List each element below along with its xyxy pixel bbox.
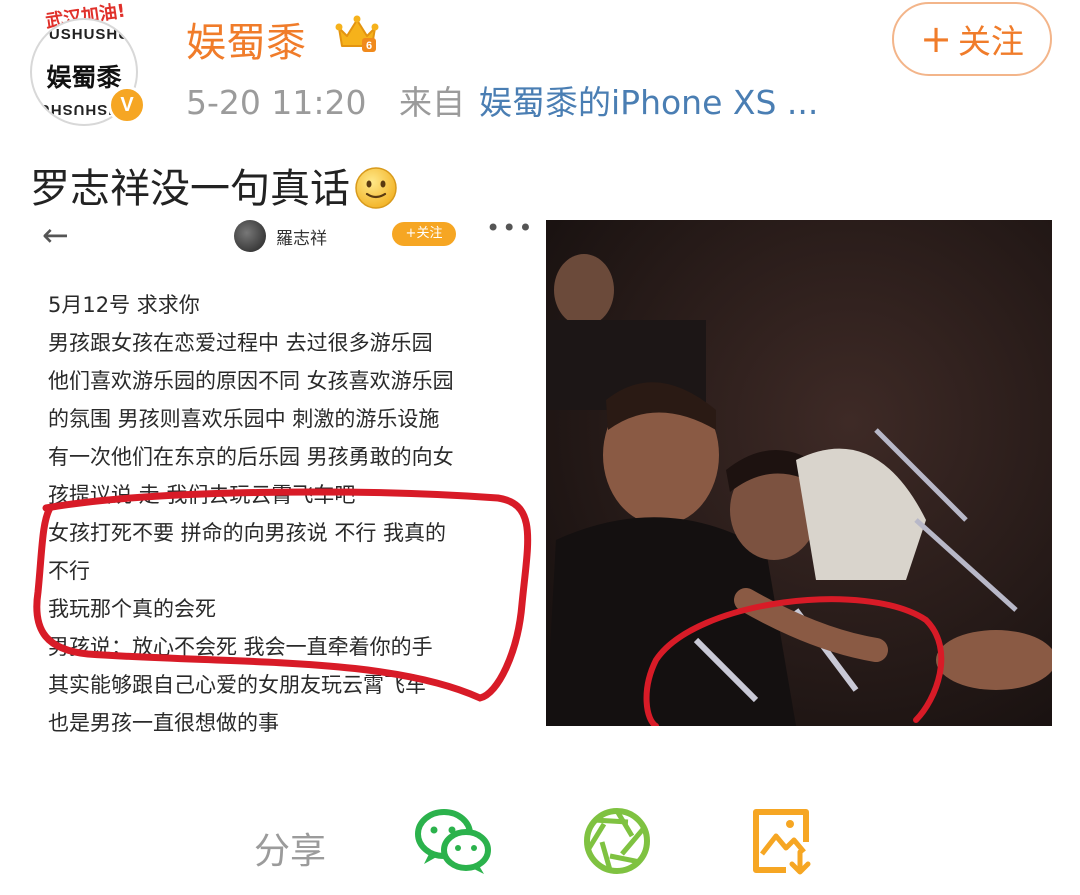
source-prefix: 来自 (399, 83, 465, 122)
crown-icon[interactable]: 6 (334, 14, 380, 54)
embedded-text-line: 其实能够跟自己心爱的女朋友玩云霄飞车 (48, 673, 426, 697)
post-text: 罗志祥没一句真话 (30, 156, 398, 214)
timestamp: 5-20 11:20 (186, 83, 367, 122)
post-body: 罗志祥没一句真话 (30, 166, 350, 212)
avatar-ring-text: YUSHUSHU (37, 26, 131, 43)
moments-icon[interactable] (582, 806, 652, 876)
embedded-text-line: 女孩打死不要 拼命的向男孩说 不行 我真的 (48, 521, 447, 545)
embedded-text-line: 我玩那个真的会死 (48, 597, 216, 621)
embedded-text-line: 的氛围 男孩则喜欢乐园中 刺激的游乐设施 (48, 407, 440, 431)
embedded-follow-badge: +关注 (392, 222, 456, 246)
username[interactable]: 娱蜀黍 (186, 10, 306, 68)
back-arrow-icon: ← (42, 216, 69, 254)
embedded-header: ← 羅志祥 +关注 ••• (28, 212, 534, 258)
roller-coaster-photo[interactable] (546, 220, 1052, 726)
embedded-text-line: 5月12号 求求你 (48, 293, 200, 317)
embedded-text-line: 男孩说：放心不会死 我会一直牵着你的手 (48, 635, 433, 659)
more-dots-icon: ••• (486, 214, 534, 242)
embedded-screenshot-image[interactable]: ← 羅志祥 +关注 ••• 5月12号 求求你男孩跟女孩在恋爱过程中 去过很多游… (28, 212, 534, 742)
follow-button[interactable]: + 关注 (892, 2, 1052, 76)
wechat-icon[interactable] (414, 806, 494, 878)
source-link[interactable]: 娱蜀黍的iPhone XS ... (479, 83, 818, 122)
embedded-avatar (234, 220, 266, 252)
svg-text:6: 6 (366, 40, 372, 52)
post-meta: 5-20 11:20 来自 娱蜀黍的iPhone XS ... (186, 76, 818, 124)
follow-button-label: 关注 (957, 22, 1024, 61)
embedded-text-line: 孩提议说 走 我们去玩云霄飞车吧 (48, 483, 356, 507)
embedded-text-line: 不行 (48, 559, 90, 583)
share-label: 分享 (254, 831, 327, 872)
embedded-text-line: 也是男孩一直很想做的事 (48, 711, 279, 735)
embedded-text-line: 他们喜欢游乐园的原因不同 女孩喜欢游乐园 (48, 369, 454, 393)
smile-emoji-icon (355, 167, 397, 209)
embedded-text-lines: 5月12号 求求你男孩跟女孩在恋爱过程中 去过很多游乐园 他们喜欢游乐园的原因不同… (48, 286, 528, 742)
embedded-author-name: 羅志祥 (276, 229, 327, 249)
embedded-text-line: 男孩跟女孩在恋爱过程中 去过很多游乐园 (48, 331, 433, 355)
save-image-icon[interactable] (750, 806, 816, 876)
verified-badge-icon: V (108, 86, 146, 124)
embedded-text-line: 有一次他们在东京的后乐园 男孩勇敢的向女 (48, 445, 454, 469)
plus-icon: + (920, 17, 952, 61)
